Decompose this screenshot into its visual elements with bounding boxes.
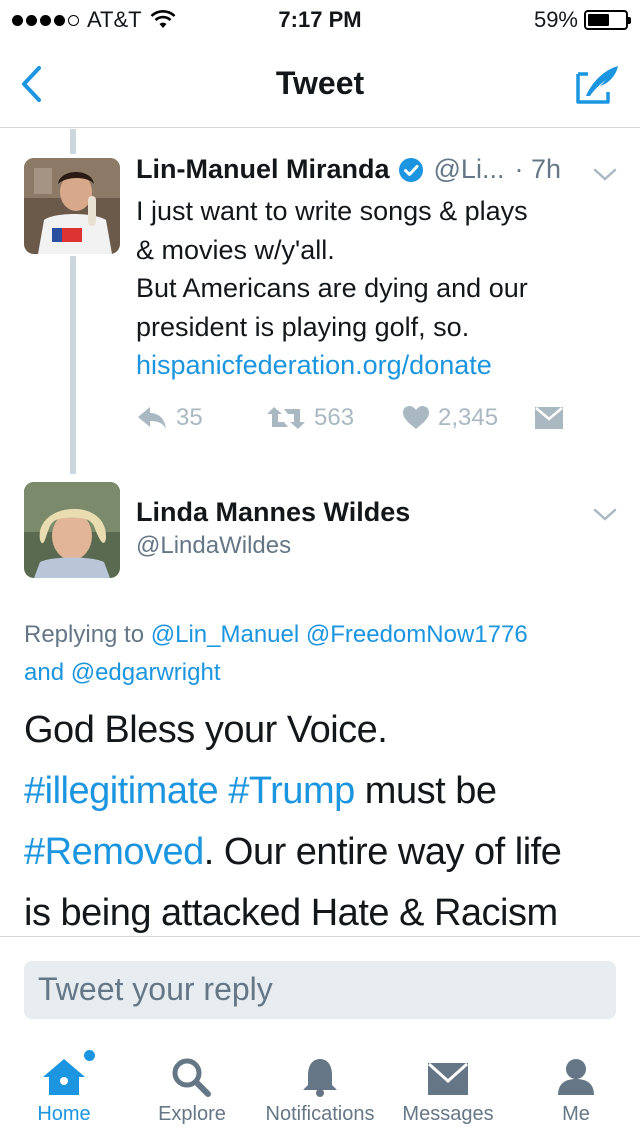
- author-handle[interactable]: @Li...: [434, 154, 505, 185]
- mention-link[interactable]: @edgarwright: [71, 659, 221, 686]
- reply-icon: [138, 407, 166, 429]
- tweet-text-line: is being attacked Hate & Racism: [24, 892, 558, 934]
- tweet-actions: 35 563 2,345: [136, 404, 564, 432]
- dm-action[interactable]: [534, 406, 564, 430]
- retweet-action[interactable]: 563: [266, 404, 402, 432]
- chevron-left-icon[interactable]: [14, 62, 54, 106]
- home-icon: [43, 1059, 85, 1095]
- avatar[interactable]: [24, 158, 120, 254]
- tweet-text: I just want to write songs & plays & mov…: [136, 192, 616, 385]
- tweet-text-line: & movies w/y'all.: [136, 234, 335, 265]
- tweet-text-line: God Bless your Voice.: [24, 709, 388, 751]
- tweet-text-line: president is playing golf, so.: [136, 311, 470, 342]
- tab-bar: Home Explore Notifications Messages Me: [0, 1040, 640, 1136]
- chevron-down-icon[interactable]: [592, 506, 618, 524]
- mention-link[interactable]: @FreedomNow1776: [306, 621, 528, 648]
- replying-and[interactable]: and: [24, 659, 64, 686]
- chevron-down-icon[interactable]: [592, 166, 618, 184]
- signal-strength-icon: [12, 14, 79, 26]
- tweet-text: God Bless your Voice. #illegitimate #Tru…: [24, 700, 624, 944]
- envelope-icon: [535, 407, 563, 429]
- like-count: 2,345: [438, 404, 499, 431]
- person-icon: [558, 1059, 594, 1095]
- tab-notifications[interactable]: Notifications: [256, 1040, 384, 1136]
- replying-label: Replying to: [24, 621, 145, 648]
- carrier-label: AT&T: [87, 7, 142, 32]
- tab-home[interactable]: Home: [0, 1040, 128, 1136]
- like-action[interactable]: 2,345: [402, 404, 534, 432]
- battery-percent: 59%: [533, 7, 578, 32]
- tweet-text-line: #Removed. Our entire way of life: [24, 822, 624, 883]
- hashtag-link[interactable]: #Removed: [24, 831, 204, 873]
- tweet-header: Lin-Manuel Miranda @Li... · 7h: [136, 154, 618, 185]
- status-left: AT&T: [12, 7, 176, 33]
- tab-messages[interactable]: Messages: [384, 1040, 512, 1136]
- tab-label: Me: [562, 1103, 590, 1125]
- page-title: Tweet: [275, 65, 365, 101]
- reply-action[interactable]: 35: [136, 404, 266, 432]
- mention-link[interactable]: @Lin_Manuel: [151, 621, 299, 648]
- envelope-icon: [427, 1062, 469, 1095]
- retweet-count: 563: [314, 404, 355, 431]
- thread-line-top: [70, 129, 76, 154]
- tweet-text-fragment: must be: [354, 770, 497, 812]
- wifi-icon: [150, 10, 175, 28]
- avatar-image: [24, 158, 120, 254]
- new-content-dot: [84, 1050, 95, 1061]
- avatar[interactable]: [24, 482, 120, 578]
- retweet-icon: [267, 407, 305, 429]
- tweet-time[interactable]: · 7h: [514, 154, 561, 185]
- avatar-image: [24, 482, 120, 578]
- compose-tweet-icon[interactable]: [574, 62, 622, 106]
- battery-icon: [584, 10, 631, 30]
- tab-label: Messages: [402, 1103, 494, 1125]
- reply-area: Tweet your reply: [0, 936, 640, 1040]
- status-right: 59%: [533, 7, 631, 33]
- author-name[interactable]: Linda Mannes Wildes: [136, 492, 410, 532]
- tweet-text-fragment: . Our entire way of life: [203, 831, 562, 873]
- replying-to: Replying to @Lin_Manuel @FreedomNow1776 …: [24, 616, 624, 692]
- hashtag-link[interactable]: #Trump: [228, 770, 355, 812]
- battery-fill: [588, 14, 610, 26]
- tab-explore[interactable]: Explore: [128, 1040, 256, 1136]
- heart-icon: [403, 406, 429, 429]
- author-name[interactable]: Lin-Manuel Miranda: [136, 154, 390, 185]
- author-handle[interactable]: @LindaWildes: [136, 532, 410, 560]
- verified-badge-icon: [398, 157, 423, 182]
- bell-icon: [303, 1059, 337, 1097]
- tab-me[interactable]: Me: [512, 1040, 640, 1136]
- hashtag-link[interactable]: #illegitimate: [24, 770, 219, 812]
- reply-count: 35: [176, 404, 203, 431]
- tweet-text-line: #illegitimate #Trump must be: [24, 761, 624, 822]
- nav-bar: Tweet: [0, 40, 640, 128]
- tweet-text-line: But Americans are dying and our: [136, 273, 528, 303]
- tab-label: Home: [37, 1103, 91, 1125]
- thread-line-connector: [70, 256, 76, 474]
- status-bar: AT&T 7:17 PM 59%: [0, 0, 640, 40]
- tab-label: Notifications: [265, 1103, 375, 1125]
- tweet-header: Linda Mannes Wildes @LindaWildes: [136, 492, 410, 560]
- reply-input[interactable]: Tweet your reply: [24, 961, 616, 1019]
- tab-label: Explore: [158, 1103, 226, 1125]
- tweet-text-line: I just want to write songs & plays: [136, 196, 528, 226]
- search-icon: [172, 1058, 211, 1097]
- donate-link[interactable]: hispanicfederation.org/donate: [136, 346, 616, 385]
